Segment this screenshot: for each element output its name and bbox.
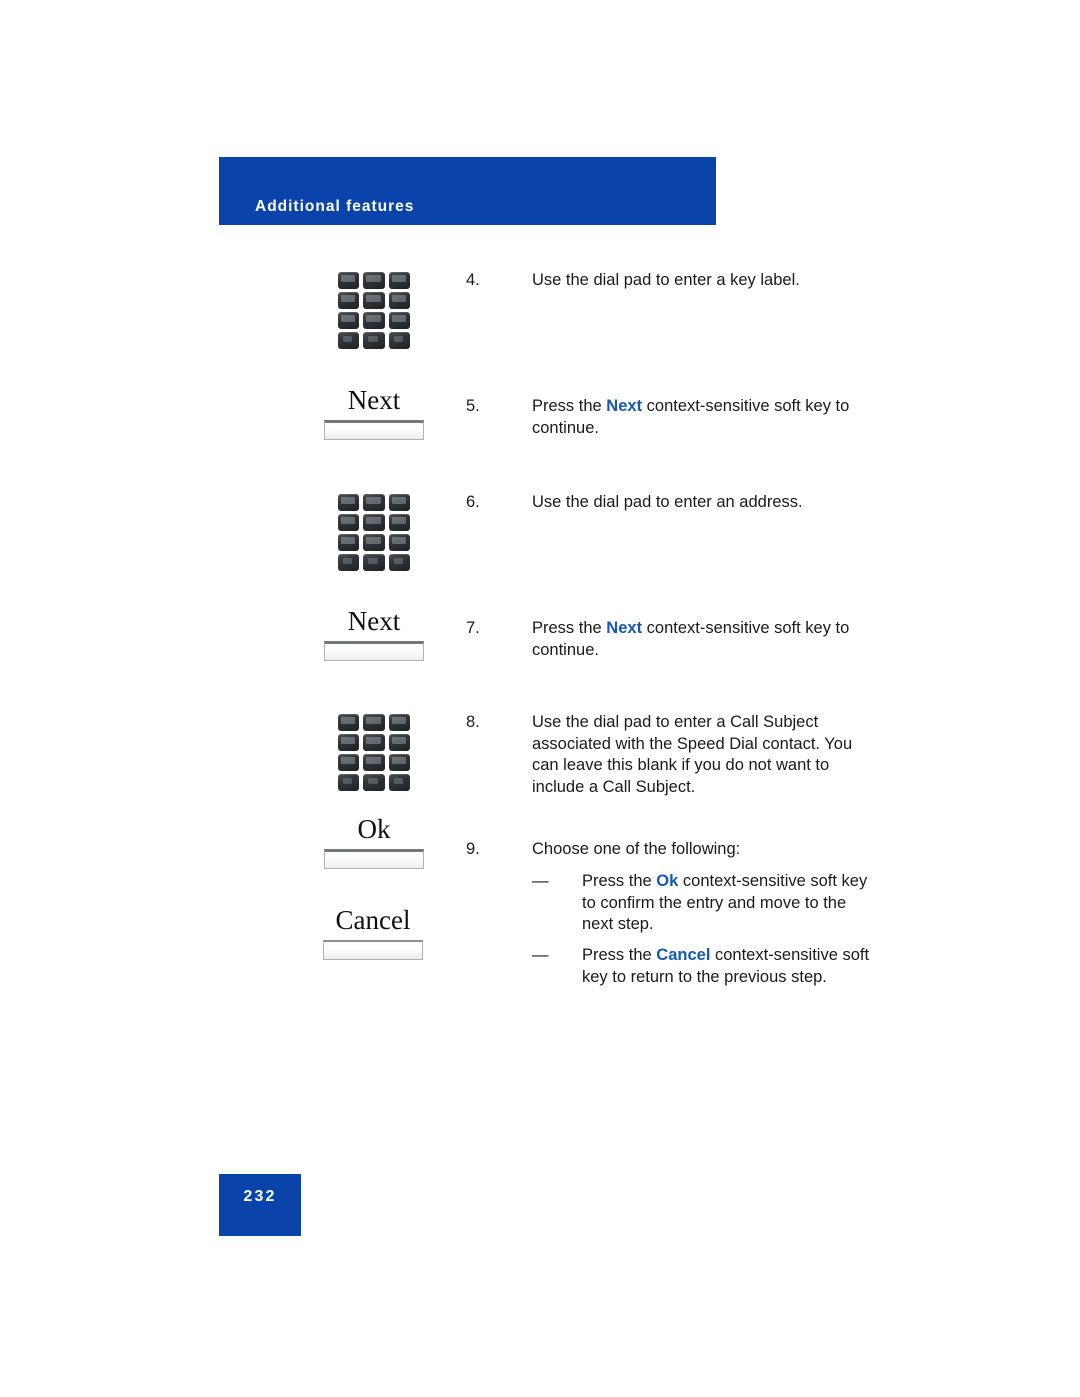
step-text: Use the dial pad to enter a key label. bbox=[532, 271, 800, 289]
dial-pad-key bbox=[338, 714, 360, 731]
dial-pad-key bbox=[363, 754, 385, 771]
dial-pad-key bbox=[338, 292, 360, 309]
dial-pad-key bbox=[388, 332, 410, 349]
softkey-reference: Next bbox=[606, 619, 643, 637]
sub-item-text: Press the Cancel context-sensitive soft … bbox=[582, 946, 870, 986]
dial-pad-icon bbox=[338, 714, 410, 791]
step-item: 5. Press the Next context-sensitive soft… bbox=[466, 396, 866, 439]
step-text: Choose one of the following: bbox=[532, 840, 741, 858]
dial-pad-key bbox=[338, 774, 360, 791]
softkey-label: Next bbox=[347, 385, 401, 415]
softkey-button[interactable] bbox=[324, 849, 424, 870]
dial-pad-key bbox=[338, 332, 360, 349]
step-item: 8. Use the dial pad to enter a Call Subj… bbox=[466, 712, 866, 798]
step-number: 7. bbox=[466, 619, 480, 637]
softkey-reference: Cancel bbox=[656, 946, 711, 964]
dial-pad-key bbox=[338, 272, 360, 289]
softkey-reference: Next bbox=[606, 397, 643, 415]
dial-pad-key bbox=[338, 494, 360, 511]
step-number: 9. bbox=[466, 840, 480, 858]
dial-pad-key bbox=[363, 514, 385, 531]
dial-pad-icon bbox=[338, 494, 410, 571]
dial-pad-key bbox=[388, 754, 410, 771]
dial-pad-key bbox=[363, 272, 385, 289]
step-item: 6. Use the dial pad to enter an address. bbox=[466, 492, 866, 514]
dial-pad-key bbox=[388, 272, 410, 289]
step-text: Press the Next context-sensitive soft ke… bbox=[532, 397, 850, 437]
step-text: Use the dial pad to enter a Call Subject… bbox=[532, 713, 853, 796]
dial-pad-key bbox=[363, 312, 385, 329]
dial-pad-key bbox=[338, 754, 360, 771]
page-number: 232 bbox=[243, 1188, 277, 1205]
em-dash-bullet: — bbox=[532, 872, 549, 890]
dial-pad-icon bbox=[338, 272, 410, 349]
step-item: 7. Press the Next context-sensitive soft… bbox=[466, 618, 866, 661]
dial-pad-key bbox=[388, 554, 410, 571]
softkey-ok[interactable]: Ok bbox=[294, 814, 454, 870]
dial-pad-key bbox=[338, 554, 360, 571]
dial-pad-key bbox=[363, 554, 385, 571]
dial-pad-key bbox=[388, 534, 410, 551]
softkey-button[interactable] bbox=[324, 641, 424, 662]
dial-pad-key bbox=[338, 312, 360, 329]
step-number: 5. bbox=[466, 397, 480, 415]
softkey-cancel[interactable]: Cancel bbox=[293, 905, 453, 961]
dial-pad-key bbox=[388, 514, 410, 531]
softkey-reference: Ok bbox=[656, 872, 679, 890]
dial-pad-key bbox=[338, 514, 360, 531]
sub-list-item: — Press the Cancel context-sensitive sof… bbox=[532, 945, 872, 988]
dial-pad-key bbox=[363, 494, 385, 511]
softkey-label: Cancel bbox=[335, 905, 411, 935]
step-number: 8. bbox=[466, 713, 480, 731]
step-text: Press the Next context-sensitive soft ke… bbox=[532, 619, 850, 659]
softkey-label: Next bbox=[347, 606, 401, 636]
page-number-block: 232 bbox=[219, 1174, 301, 1236]
step-item: 4. Use the dial pad to enter a key label… bbox=[466, 270, 866, 292]
step-item: 9. Choose one of the following: bbox=[466, 839, 866, 861]
dial-pad-key bbox=[363, 714, 385, 731]
step-number: 6. bbox=[466, 493, 480, 511]
softkey-button[interactable] bbox=[324, 420, 424, 441]
dial-pad-key bbox=[338, 734, 360, 751]
dial-pad-key bbox=[338, 534, 360, 551]
sub-list-item: — Press the Ok context-sensitive soft ke… bbox=[532, 871, 872, 936]
dial-pad-key bbox=[363, 774, 385, 791]
sub-item-text: Press the Ok context-sensitive soft key … bbox=[582, 872, 868, 933]
dial-pad-key bbox=[363, 534, 385, 551]
header-banner: Additional features bbox=[219, 157, 716, 225]
dial-pad-key bbox=[388, 774, 410, 791]
softkey-next-1[interactable]: Next bbox=[294, 385, 454, 441]
softkey-label: Ok bbox=[357, 814, 391, 844]
dial-pad-key bbox=[388, 734, 410, 751]
dial-pad-key bbox=[388, 714, 410, 731]
softkey-button[interactable] bbox=[323, 940, 423, 961]
step-number: 4. bbox=[466, 271, 480, 289]
page-title: Additional features bbox=[255, 198, 415, 215]
dial-pad-key bbox=[388, 494, 410, 511]
softkey-next-2[interactable]: Next bbox=[294, 606, 454, 662]
em-dash-bullet: — bbox=[532, 946, 549, 964]
dial-pad-key bbox=[388, 292, 410, 309]
dial-pad-key bbox=[363, 734, 385, 751]
dial-pad-key bbox=[363, 332, 385, 349]
dial-pad-key bbox=[363, 292, 385, 309]
dial-pad-key bbox=[388, 312, 410, 329]
step-text: Use the dial pad to enter an address. bbox=[532, 493, 803, 511]
